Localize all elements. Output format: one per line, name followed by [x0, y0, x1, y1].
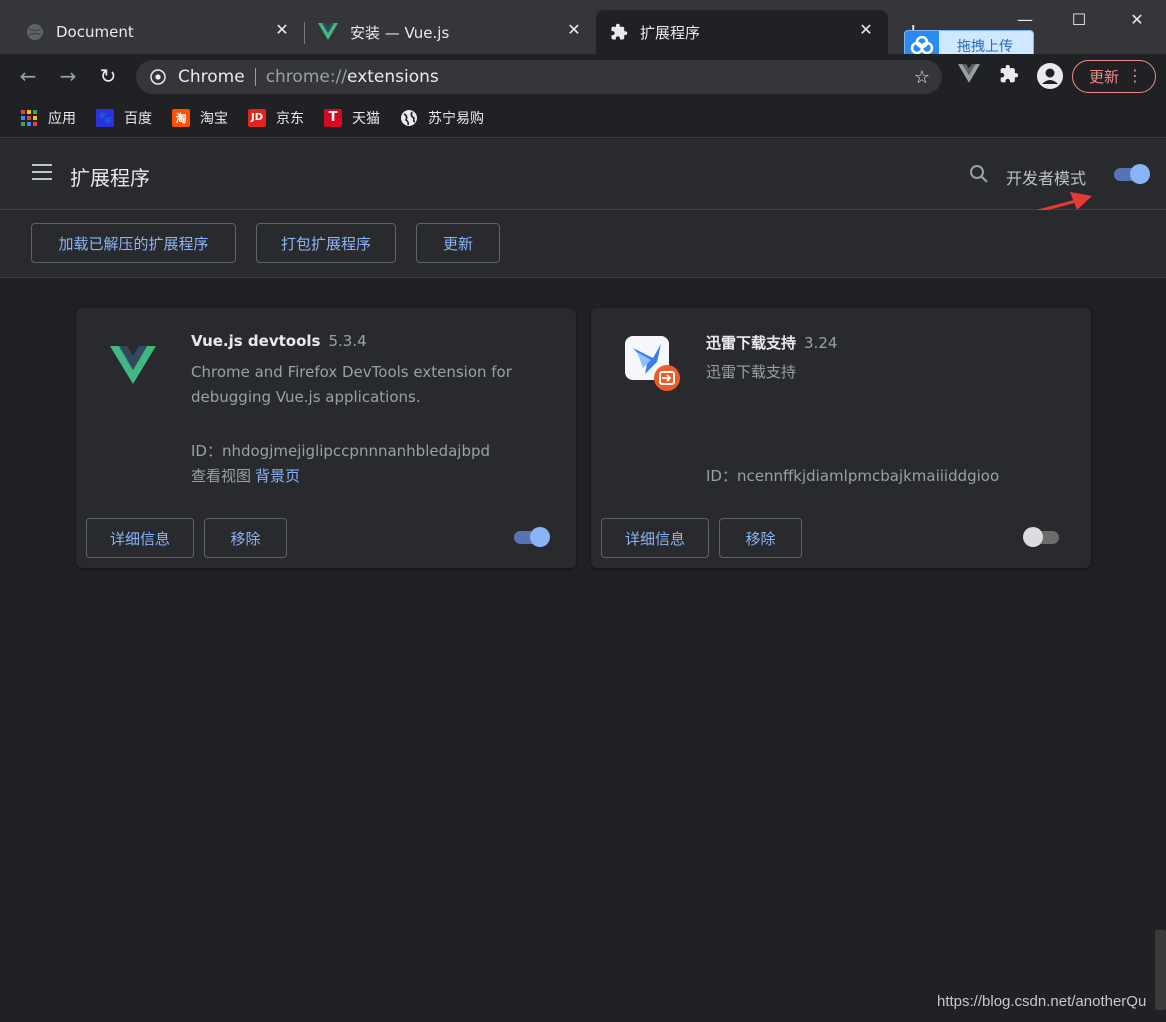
more-menu-icon[interactable]: ⋮ — [1127, 66, 1143, 85]
tab-title: Document — [56, 23, 134, 41]
toggle-knob — [1130, 164, 1150, 184]
extension-description: Chrome and Firefox DevTools extension fo… — [191, 363, 512, 406]
developer-actions-bar: 加载已解压的扩展程序 打包扩展程序 更新 — [0, 210, 1166, 278]
extension-name-text: Vue.js devtools — [191, 332, 321, 350]
puzzle-icon — [611, 23, 628, 40]
baidu-paw-icon: 🐾 — [96, 108, 114, 127]
toggle-knob — [1023, 527, 1043, 547]
pack-extension-button[interactable]: 打包扩展程序 — [256, 223, 396, 263]
extension-enable-toggle[interactable] — [512, 527, 552, 547]
page-title: 扩展程序 — [70, 166, 150, 190]
tab-separator — [304, 22, 305, 44]
bookmark-apps[interactable]: 应用 — [20, 108, 76, 128]
back-arrow-icon[interactable]: ← — [14, 62, 42, 90]
bookmark-tmall[interactable]: T 天猫 — [324, 108, 380, 128]
address-bar[interactable]: Chrome chrome://extensions ☆ — [136, 60, 942, 94]
vue-devtools-extension-icon[interactable] — [957, 64, 981, 88]
extensions-puzzle-icon[interactable] — [997, 64, 1021, 88]
toggle-knob — [530, 527, 550, 547]
url-scheme: chrome:// — [265, 67, 348, 87]
browser-toolbar: ← → ↻ Chrome chrome://extensions ☆ 更新 ⋮ — [0, 54, 1166, 98]
chrome-logo-icon — [150, 69, 166, 85]
close-icon[interactable]: ✕ — [858, 22, 874, 38]
globe-icon — [401, 109, 417, 126]
extension-id: ID：nhdogjmejiglipccpnnnanhbledajbpd — [191, 442, 491, 460]
details-button[interactable]: 详细信息 — [601, 518, 709, 558]
bookmark-jd[interactable]: JD 京东 — [248, 108, 304, 128]
jd-icon: JD — [248, 108, 266, 127]
url-text: chrome://extensions — [266, 67, 439, 87]
update-extensions-button[interactable]: 更新 — [416, 223, 500, 263]
bookmark-taobao[interactable]: 淘 淘宝 — [172, 108, 228, 128]
reload-icon[interactable]: ↻ — [94, 62, 122, 90]
close-icon[interactable]: ✕ — [566, 22, 582, 38]
extension-description: 迅雷下载支持 — [706, 363, 797, 381]
bookmark-label: 苏宁易购 — [428, 110, 484, 127]
minimize-icon[interactable]: — — [1012, 8, 1038, 32]
extension-name-text: 迅雷下载支持 — [706, 334, 797, 352]
extension-name: 迅雷下载支持 3.24 — [706, 332, 837, 353]
remove-button[interactable]: 移除 — [719, 518, 802, 558]
extension-enable-toggle[interactable] — [1023, 527, 1063, 547]
search-icon[interactable] — [968, 163, 990, 185]
extension-version: 5.3.4 — [328, 332, 367, 350]
tab-document[interactable]: Document ✕ — [18, 10, 304, 54]
update-label: 更新 — [1089, 68, 1120, 86]
extension-version: 3.24 — [804, 334, 838, 352]
vue-icon — [318, 23, 338, 40]
extension-card-vue-devtools: Vue.js devtools 5.3.4 Chrome and Firefox … — [76, 308, 576, 568]
watermark: https://blog.csdn.net/anotherQu — [937, 993, 1147, 1010]
load-unpacked-button[interactable]: 加载已解压的扩展程序 — [31, 223, 236, 263]
omnibox-divider — [254, 68, 256, 86]
bookmark-label: 天猫 — [352, 110, 380, 127]
bookmark-baidu[interactable]: 🐾 百度 — [96, 108, 152, 128]
extension-card-xunlei: 迅雷下载支持 3.24 迅雷下载支持 ID：ncennffkjdiamlpmcba… — [591, 308, 1091, 568]
chrome-update-button[interactable]: 更新 ⋮ — [1072, 60, 1156, 93]
vue-logo-icon — [110, 346, 156, 384]
extension-name: Vue.js devtools 5.3.4 — [191, 332, 367, 350]
tab-title: 扩展程序 — [640, 23, 701, 42]
background-page-link[interactable]: 背景页 — [255, 467, 300, 485]
url-path: extensions — [347, 67, 439, 87]
tab-title: 安装 — Vue.js — [350, 23, 450, 42]
globe-icon — [27, 24, 43, 40]
bookmark-star-icon[interactable]: ☆ — [914, 67, 930, 88]
extension-id: ID：ncennffkjdiamlpmcbajkmaiiiddgioo — [706, 467, 1000, 485]
upload-label: 拖拽上传 — [957, 38, 1013, 55]
taobao-icon: 淘 — [172, 108, 190, 127]
bookmark-label: 应用 — [48, 110, 76, 127]
bookmark-suning[interactable]: 苏宁易购 — [400, 108, 484, 128]
side-scroll-widget[interactable] — [1155, 930, 1166, 1010]
developer-mode-toggle[interactable] — [1112, 164, 1152, 184]
bookmark-label: 淘宝 — [200, 110, 228, 127]
profile-avatar-icon[interactable] — [1036, 62, 1064, 90]
site-origin: Chrome — [178, 67, 245, 87]
xunlei-bird-icon — [625, 336, 680, 391]
close-window-icon[interactable]: ✕ — [1124, 8, 1150, 32]
developer-mode-label: 开发者模式 — [1006, 169, 1087, 188]
tmall-icon: T — [324, 108, 342, 127]
bookmarks-bar: 应用 🐾 百度 淘 淘宝 JD 京东 T 天猫 苏宁易购 — [0, 98, 1166, 138]
menu-icon[interactable] — [32, 164, 54, 182]
apps-grid-icon — [21, 109, 37, 126]
bookmark-label: 百度 — [124, 110, 152, 127]
tab-vue-install[interactable]: 安装 — Vue.js ✕ — [310, 10, 596, 54]
browser-window: Document ✕ 安装 — Vue.js ✕ 扩展程序 ✕ + — ☐ ✕ … — [0, 0, 1166, 1022]
inspect-views: 查看视图 背景页 — [191, 465, 300, 486]
remove-button[interactable]: 移除 — [204, 518, 287, 558]
details-button[interactable]: 详细信息 — [86, 518, 194, 558]
forward-arrow-icon[interactable]: → — [54, 62, 82, 90]
maximize-icon[interactable]: ☐ — [1066, 8, 1092, 32]
inspect-views-label: 查看视图 — [191, 467, 252, 485]
close-icon[interactable]: ✕ — [274, 22, 290, 38]
bookmark-label: 京东 — [276, 110, 304, 127]
tab-extensions[interactable]: 扩展程序 ✕ — [596, 10, 888, 54]
